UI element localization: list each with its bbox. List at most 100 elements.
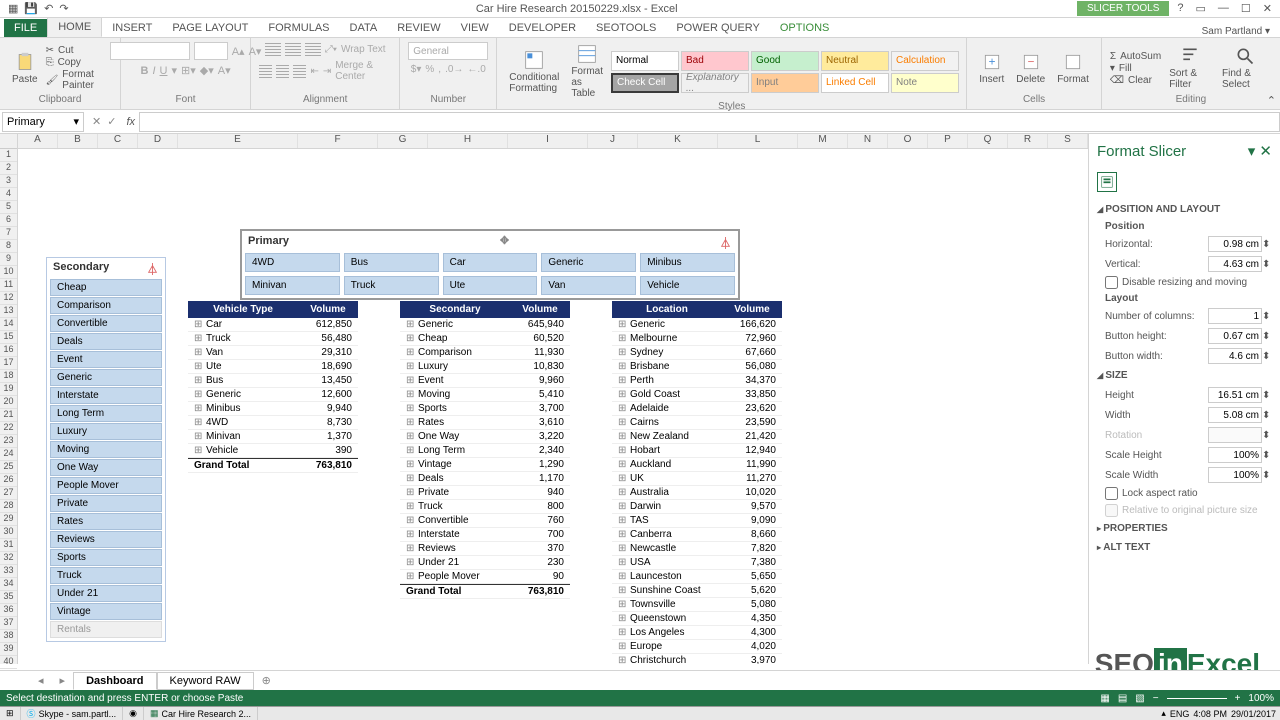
table-row[interactable]: ⊞Vintage1,290 [400, 458, 570, 472]
table-row[interactable]: ⊞People Mover90 [400, 570, 570, 584]
tray-date[interactable]: 29/01/2017 [1231, 709, 1276, 719]
expand-icon[interactable]: ⊞ [612, 360, 624, 373]
table-row[interactable]: ⊞Townsville5,080 [612, 598, 782, 612]
slicer-item[interactable]: Comparison [50, 297, 162, 314]
row-header[interactable]: 7 [0, 227, 17, 240]
row-header[interactable]: 2 [0, 162, 17, 175]
format-painter-button[interactable]: 🖌Format Painter [46, 69, 112, 91]
table-row[interactable]: ⊞Private940 [400, 486, 570, 500]
fill-button[interactable]: ▾Fill [1110, 63, 1161, 74]
tray-lang[interactable]: ENG [1170, 709, 1190, 719]
expand-icon[interactable]: ⊞ [400, 570, 412, 583]
align-left[interactable] [259, 64, 272, 78]
row-header[interactable]: 32 [0, 552, 17, 565]
style-good[interactable]: Good [751, 51, 819, 71]
table-row[interactable]: ⊞Convertible760 [400, 514, 570, 528]
row-header[interactable]: 35 [0, 591, 17, 604]
row-header[interactable]: 38 [0, 630, 17, 643]
row-header[interactable]: 8 [0, 240, 17, 253]
italic-button[interactable]: I [152, 65, 155, 77]
view-break-icon[interactable]: ▧ [1135, 693, 1144, 704]
font-color-button[interactable]: A▾ [218, 64, 231, 77]
tab-home[interactable]: HOME [47, 17, 102, 37]
expand-icon[interactable]: ⊞ [612, 654, 624, 664]
maximize-icon[interactable]: ☐ [1241, 2, 1251, 15]
table-row[interactable]: ⊞Moving5,410 [400, 388, 570, 402]
expand-icon[interactable]: ⊞ [188, 374, 200, 387]
tab-power-query[interactable]: POWER QUERY [666, 19, 770, 37]
expand-icon[interactable]: ⊞ [612, 332, 624, 345]
slicer-item[interactable]: Truck [344, 276, 439, 295]
close-icon[interactable]: ✕ [1263, 2, 1272, 15]
indent-inc[interactable]: ⇥ [323, 66, 331, 77]
column-header[interactable]: M [798, 134, 848, 148]
slicer-item[interactable]: Moving [50, 441, 162, 458]
row-header[interactable]: 21 [0, 409, 17, 422]
expand-icon[interactable]: ⊞ [400, 528, 412, 541]
find-select-button[interactable]: Find & Select [1218, 44, 1272, 92]
tray-up-icon[interactable]: ▴ [1161, 708, 1166, 719]
row-header[interactable]: 37 [0, 617, 17, 630]
clear-button[interactable]: ⌫Clear [1110, 75, 1161, 86]
slicer-item[interactable]: Sports [50, 549, 162, 566]
expand-icon[interactable]: ⊞ [400, 472, 412, 485]
table-row[interactable]: ⊞Adelaide23,620 [612, 402, 782, 416]
row-header[interactable]: 1 [0, 149, 17, 162]
slicer-item[interactable]: Deals [50, 333, 162, 350]
expand-icon[interactable]: ⊞ [188, 318, 200, 331]
conditional-formatting-button[interactable]: Conditional Formatting [505, 48, 563, 96]
row-header[interactable]: 39 [0, 643, 17, 656]
zoom-level[interactable]: 100% [1248, 693, 1274, 704]
row-header[interactable]: 10 [0, 266, 17, 279]
start-button[interactable]: ⊞ [0, 707, 21, 720]
slicer-item[interactable]: Cheap [50, 279, 162, 296]
redo-icon[interactable]: ↷ [59, 2, 68, 15]
table-row[interactable]: ⊞Christchurch3,970 [612, 654, 782, 664]
table-row[interactable]: ⊞New Zealand21,420 [612, 430, 782, 444]
collapse-ribbon-icon[interactable]: ⌃ [1267, 94, 1276, 107]
expand-icon[interactable]: ⊞ [400, 416, 412, 429]
expand-icon[interactable]: ⊞ [400, 332, 412, 345]
expand-icon[interactable]: ⊞ [612, 318, 624, 331]
sheet-tab-dashboard[interactable]: Dashboard [73, 672, 156, 690]
column-header[interactable]: O [888, 134, 928, 148]
slicer-primary[interactable]: Primary✥⏃ 4WDBusCarGenericMinibusMinivan… [240, 229, 740, 300]
table-row[interactable]: ⊞Interstate700 [400, 528, 570, 542]
orientation-icon[interactable]: ⤢▾ [325, 44, 337, 55]
formula-input[interactable] [139, 112, 1280, 132]
scale-width-input[interactable] [1208, 467, 1262, 483]
dec-decimal[interactable]: ←.0 [467, 64, 485, 75]
expand-icon[interactable]: ⊞ [400, 500, 412, 513]
user-name[interactable]: Sam Partland ▾ [1202, 26, 1280, 37]
row-header[interactable]: 36 [0, 604, 17, 617]
slicer-item[interactable]: Car [443, 253, 538, 272]
undo-icon[interactable]: ↶ [44, 2, 53, 15]
move-handle-icon[interactable]: ✥ [500, 234, 509, 247]
column-header[interactable]: H [428, 134, 508, 148]
expand-icon[interactable]: ⊞ [400, 374, 412, 387]
tab-developer[interactable]: DEVELOPER [499, 19, 586, 37]
spinner-icon[interactable]: ⬍ [1262, 239, 1272, 250]
pane-close-icon[interactable]: ✕ [1259, 143, 1272, 160]
expand-icon[interactable]: ⊞ [400, 430, 412, 443]
view-normal-icon[interactable]: ▦ [1100, 693, 1109, 704]
slicer-item[interactable]: Generic [541, 253, 636, 272]
tab-formulas[interactable]: FORMULAS [258, 19, 339, 37]
row-header[interactable]: 18 [0, 370, 17, 383]
expand-icon[interactable]: ⊞ [612, 430, 624, 443]
slicer-item[interactable]: Vehicle [640, 276, 735, 295]
tab-review[interactable]: REVIEW [387, 19, 450, 37]
button-height-input[interactable] [1208, 328, 1262, 344]
slicer-item[interactable]: 4WD [245, 253, 340, 272]
table-row[interactable]: ⊞Europe4,020 [612, 640, 782, 654]
sheet-nav-next[interactable]: ▸ [52, 674, 74, 687]
table-row[interactable]: ⊞Cairns23,590 [612, 416, 782, 430]
ribbon-options-icon[interactable]: ▭ [1196, 2, 1206, 15]
table-row[interactable]: ⊞Rates3,610 [400, 416, 570, 430]
tab-data[interactable]: DATA [340, 19, 388, 37]
expand-icon[interactable]: ⊞ [612, 626, 624, 639]
tab-seotools[interactable]: SEOTOOLS [586, 19, 666, 37]
table-row[interactable]: ⊞UK11,270 [612, 472, 782, 486]
save-icon[interactable]: 💾 [24, 2, 38, 15]
slicer-item[interactable]: Minibus [640, 253, 735, 272]
